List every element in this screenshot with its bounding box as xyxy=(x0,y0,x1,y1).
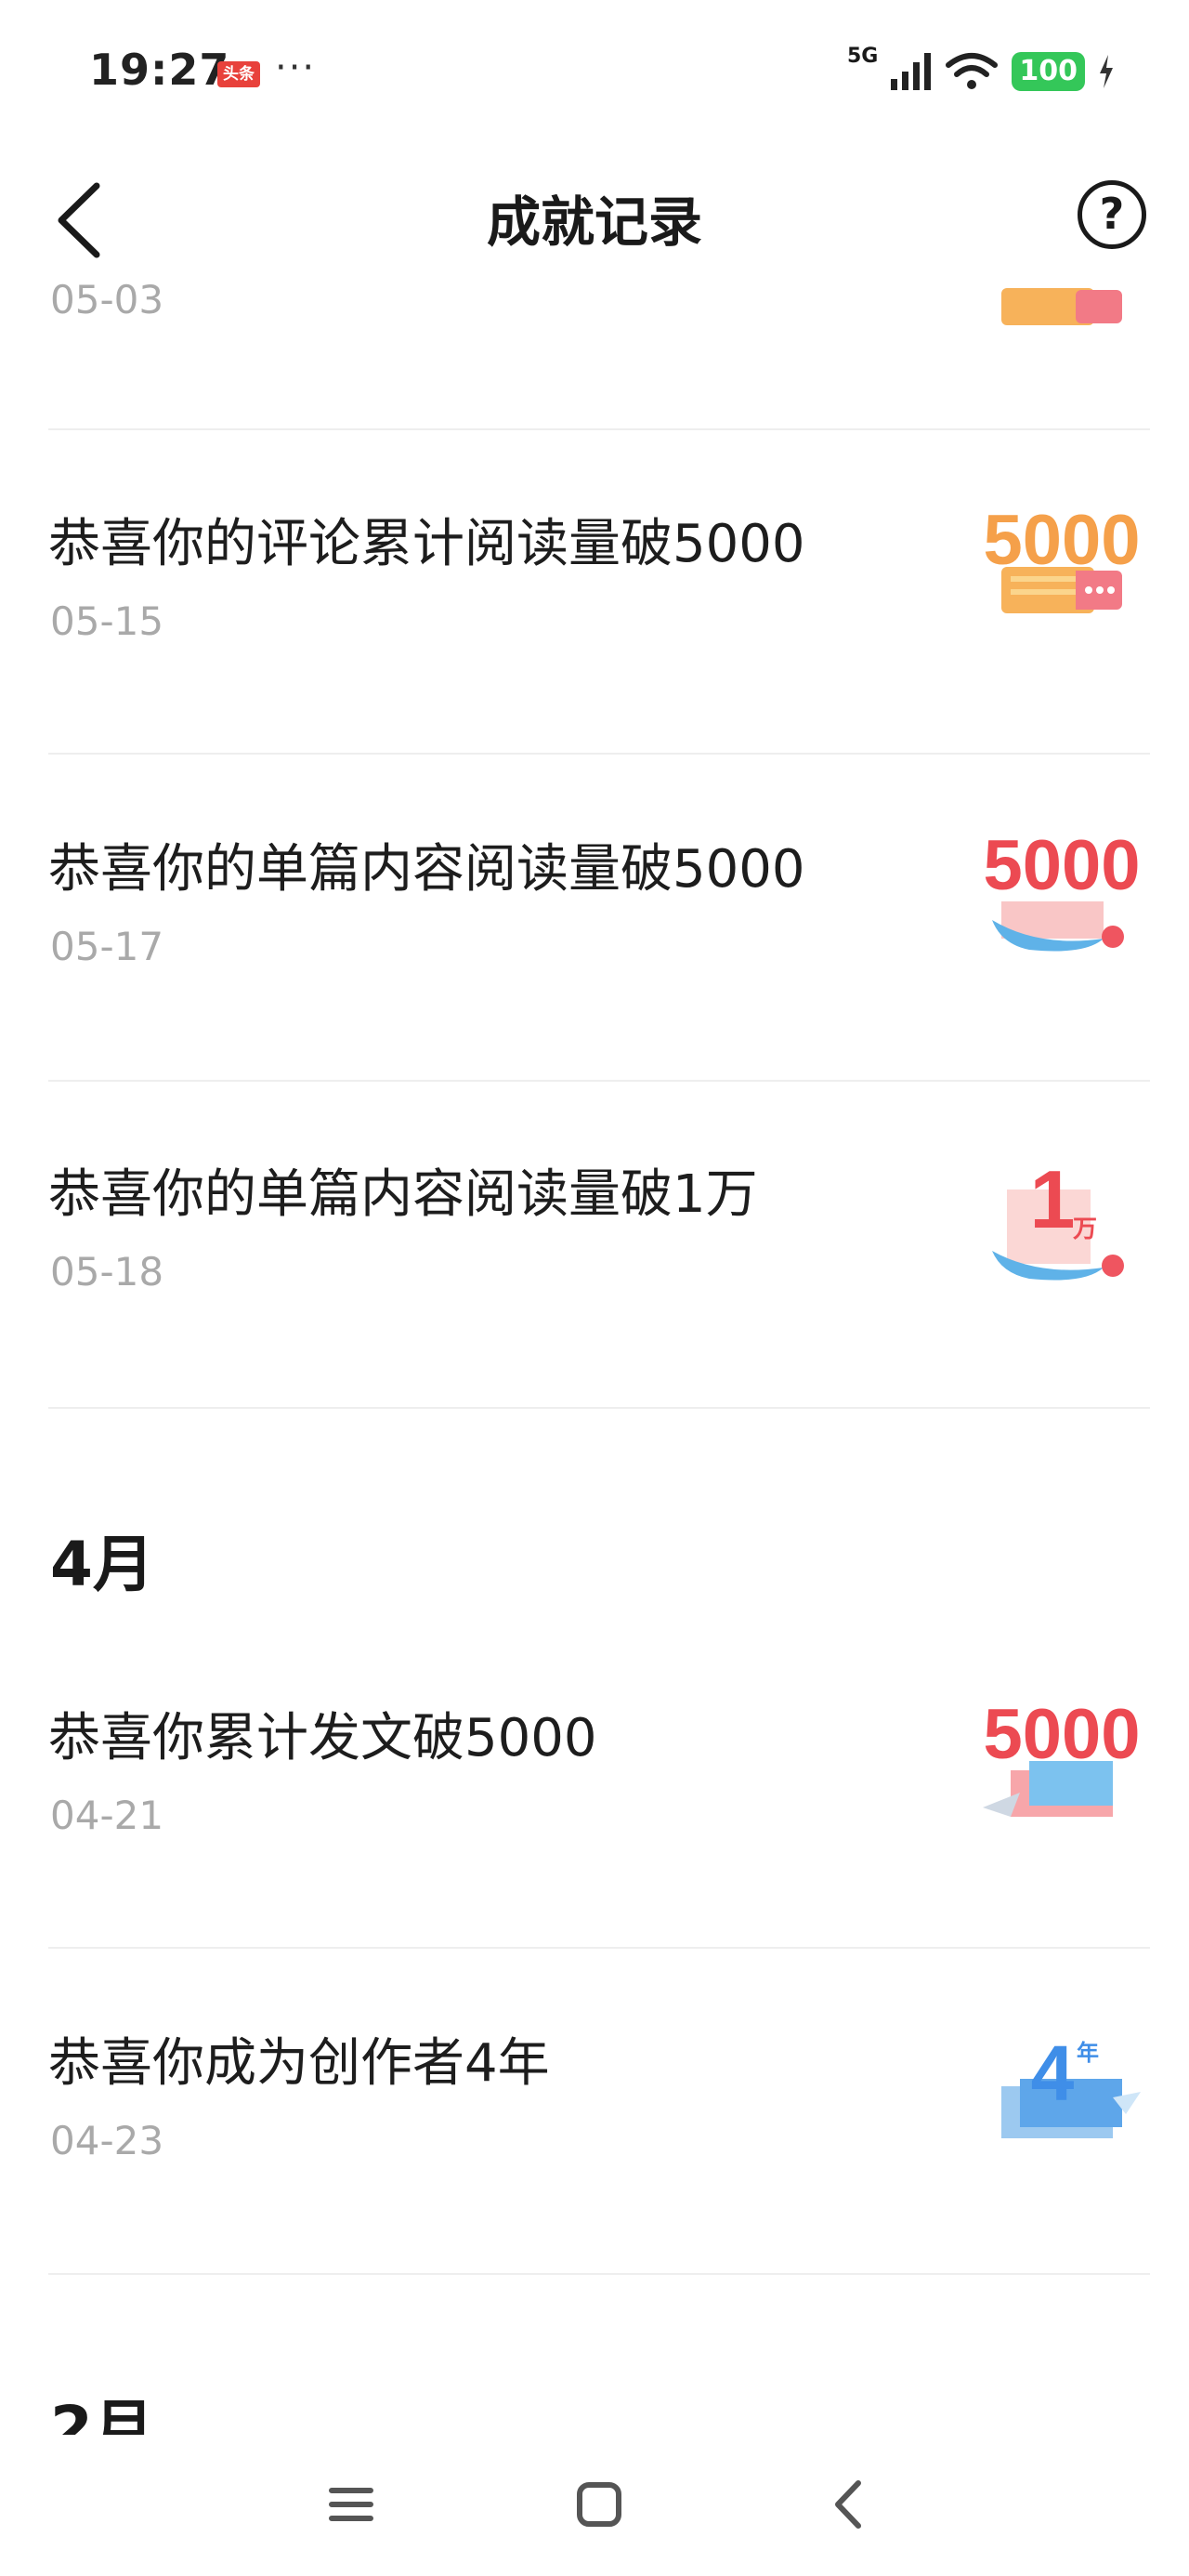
scroll-badge-icon: 5000 xyxy=(973,799,1150,976)
list-item[interactable]: 恭喜你成为创作者4年 04-23 4 年 xyxy=(48,2021,1150,2346)
anniversary-badge-icon: 4 年 xyxy=(973,1993,1150,2170)
paper-plane-badge-icon: 5000 xyxy=(973,1668,1150,1845)
wifi-icon xyxy=(946,53,999,89)
item-title: 恭喜你的单篇内容阅读量破1万 xyxy=(48,1164,758,1225)
page-title: 成就记录 xyxy=(486,191,702,254)
badge-number: 5000 xyxy=(983,1695,1141,1774)
status-icons: 5G 100 xyxy=(847,45,1115,95)
app-notification-badge: 头条 xyxy=(217,61,260,87)
badge-number: 5000 xyxy=(983,501,1141,580)
item-title: 恭喜你的评论累计阅读量破5000 xyxy=(48,514,805,574)
more-notifications-icon: ··· xyxy=(275,46,317,89)
list-item[interactable]: 恭喜你的单篇内容阅读量破1万 05-18 1 万 xyxy=(48,1152,1150,1478)
divider xyxy=(48,1080,1150,1082)
status-bar: 19:27 头条 ··· 5G 100 xyxy=(0,0,1189,139)
recent-apps-button[interactable] xyxy=(309,2463,393,2546)
item-date: 05-17 xyxy=(50,924,164,969)
top-navigation-bar: 成就记录 ? xyxy=(0,158,1189,279)
network-type: 5G xyxy=(847,45,879,68)
charging-icon xyxy=(1100,55,1113,88)
divider xyxy=(48,428,1150,430)
month-header: 4月 xyxy=(50,1529,154,1600)
home-square-icon xyxy=(577,2482,621,2527)
scroll-badge-icon: 1 万 xyxy=(973,1124,1150,1301)
comment-badge-icon xyxy=(973,269,1150,344)
list-item[interactable]: 恭喜你的评论累计阅读量破5000 05-15 5000 xyxy=(48,501,1150,827)
item-title: 恭喜你成为创作者4年 xyxy=(48,2033,550,2094)
badge-unit: 万 xyxy=(1072,1215,1097,1242)
signal-icon xyxy=(891,53,932,90)
item-date: 05-03 xyxy=(50,277,164,322)
badge-number: 5000 xyxy=(983,826,1141,905)
divider xyxy=(48,753,1150,755)
list-item[interactable]: 恭喜你累计发文破5000 04-21 5000 xyxy=(48,1695,1150,2021)
list-item[interactable]: 05-03 xyxy=(48,277,1150,390)
help-button[interactable]: ? xyxy=(1078,180,1146,249)
badge-unit: 年 xyxy=(1077,2041,1099,2066)
item-title: 恭喜你的单篇内容阅读量破5000 xyxy=(48,839,805,900)
item-date: 05-15 xyxy=(50,598,164,644)
battery-indicator: 100 xyxy=(1012,52,1085,91)
item-title: 恭喜你累计发文破5000 xyxy=(48,1708,597,1768)
system-navigation-bar xyxy=(0,2435,1189,2576)
system-back-button[interactable] xyxy=(806,2463,890,2546)
divider xyxy=(48,1407,1150,1409)
divider xyxy=(48,2273,1150,2275)
status-time: 19:27 xyxy=(89,45,230,95)
item-date: 04-21 xyxy=(50,1793,164,1838)
divider xyxy=(48,1947,1150,1949)
item-date: 05-18 xyxy=(50,1249,164,1295)
comment-badge-icon: 5000 xyxy=(973,474,1150,651)
home-button[interactable] xyxy=(557,2463,641,2546)
item-date: 04-23 xyxy=(50,2118,164,2163)
back-arrow-icon xyxy=(835,2480,861,2529)
list-item[interactable]: 恭喜你的单篇内容阅读量破5000 05-17 5000 xyxy=(48,826,1150,1152)
menu-icon xyxy=(329,2488,373,2521)
